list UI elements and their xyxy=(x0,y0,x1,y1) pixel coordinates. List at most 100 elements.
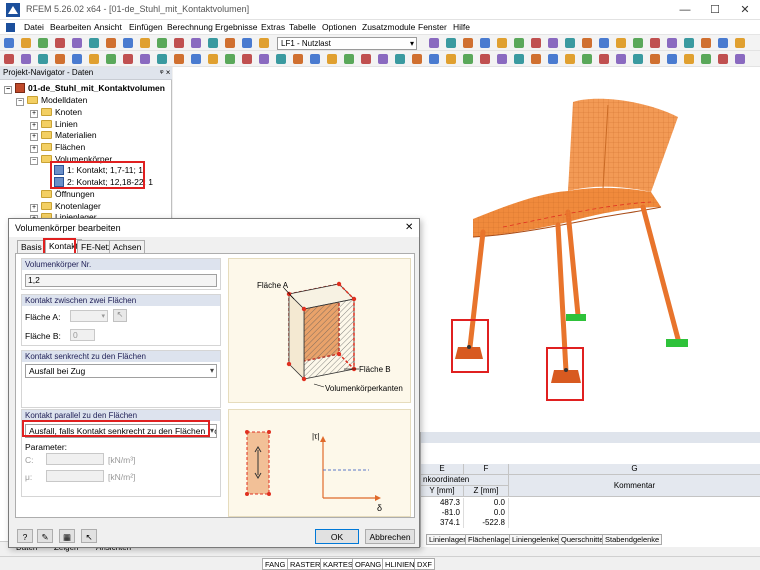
toolbar-tool-icon[interactable] xyxy=(667,54,677,64)
menu-tabelle[interactable]: Tabelle xyxy=(289,22,316,32)
status-raster[interactable]: RASTER xyxy=(287,558,324,570)
toolbar-tool-icon[interactable] xyxy=(123,38,133,48)
toolbar-tool-icon[interactable] xyxy=(38,54,48,64)
cancel-button[interactable]: Abbrechen xyxy=(365,529,415,544)
pick-surface-icon[interactable]: ↖ xyxy=(113,309,127,322)
tree-root[interactable]: − 01-de_Stuhl_mit_Kontaktvolumen xyxy=(4,83,165,94)
expand-icon[interactable]: + xyxy=(30,204,38,212)
toolbar-tool-icon[interactable] xyxy=(667,38,677,48)
toolbar-tool-icon[interactable] xyxy=(55,54,65,64)
expand-icon[interactable]: + xyxy=(30,133,38,141)
toolbar-tool-icon[interactable] xyxy=(684,54,694,64)
pin-icon[interactable]: ᵠ × xyxy=(160,68,170,77)
toolbar-tool-icon[interactable] xyxy=(174,38,184,48)
toolbar-tool-icon[interactable] xyxy=(361,54,371,64)
toolbar-tool-icon[interactable] xyxy=(259,38,269,48)
toolbar-tool-icon[interactable] xyxy=(140,54,150,64)
toolbar-tool-icon[interactable] xyxy=(701,38,711,48)
tab-achsen[interactable]: Achsen xyxy=(109,240,146,253)
toolbar-tool-icon[interactable] xyxy=(565,38,575,48)
table-cell[interactable]: 487.3 xyxy=(421,498,464,508)
tree-item-knoten[interactable]: + Knoten xyxy=(30,107,82,118)
status-ofang[interactable]: OFANG xyxy=(352,558,385,570)
toolbar-tool-icon[interactable] xyxy=(276,54,286,64)
units-icon[interactable]: ▦ xyxy=(59,529,75,543)
toolbar-tool-icon[interactable] xyxy=(378,54,388,64)
status-hlinien[interactable]: HLINIEN xyxy=(382,558,418,570)
toolbar-tool-icon[interactable] xyxy=(480,38,490,48)
perpendicular-select[interactable]: Ausfall bei Zug ▾ xyxy=(25,364,217,378)
toolbar-tool-icon[interactable] xyxy=(327,54,337,64)
toolbar-tool-icon[interactable] xyxy=(259,54,269,64)
table-cell[interactable]: 374.1 xyxy=(421,518,464,528)
toolbar-tool-icon[interactable] xyxy=(208,54,218,64)
collapse-icon[interactable]: − xyxy=(30,157,38,165)
tree-item-knotenlager[interactable]: + Knotenlager xyxy=(30,201,101,212)
toolbar-tool-icon[interactable] xyxy=(310,54,320,64)
collapse-icon[interactable]: − xyxy=(4,86,12,94)
toolbar-tool-icon[interactable] xyxy=(684,38,694,48)
toolbar-tool-icon[interactable] xyxy=(650,38,660,48)
toolbar-tool-icon[interactable] xyxy=(89,38,99,48)
toolbar-tool-icon[interactable] xyxy=(344,54,354,64)
toolbar-tool-icon[interactable] xyxy=(21,54,31,64)
toolbar-tool-icon[interactable] xyxy=(599,54,609,64)
toolbar-tool-icon[interactable] xyxy=(531,38,541,48)
toolbar-tool-icon[interactable] xyxy=(548,38,558,48)
toolbar-tool-icon[interactable] xyxy=(395,54,405,64)
tab-basis[interactable]: Basis xyxy=(17,240,46,253)
close-window-button[interactable]: ✕ xyxy=(730,0,760,20)
toolbar-tool-icon[interactable] xyxy=(463,54,473,64)
toolbar-tool-icon[interactable] xyxy=(38,38,48,48)
toolbar-tool-icon[interactable] xyxy=(157,54,167,64)
menu-ansicht[interactable]: Ansicht xyxy=(94,22,122,32)
toolbar-tool-icon[interactable] xyxy=(225,38,235,48)
table-tab-liniengelenke[interactable]: Liniengelenke xyxy=(509,534,562,545)
toolbar-tool-icon[interactable] xyxy=(446,38,456,48)
tree-modeldata[interactable]: − Modelldaten xyxy=(16,95,87,106)
toolbar-tool-icon[interactable] xyxy=(514,54,524,64)
menu-ergebnisse[interactable]: Ergebnisse xyxy=(215,22,258,32)
expand-icon[interactable]: + xyxy=(30,122,38,130)
toolbar-tool-icon[interactable] xyxy=(225,54,235,64)
maximize-button[interactable]: ☐ xyxy=(700,0,730,20)
toolbar-tool-icon[interactable] xyxy=(735,38,745,48)
toolbar-tool-icon[interactable] xyxy=(157,38,167,48)
toolbar-tool-icon[interactable] xyxy=(633,54,643,64)
toolbar-tool-icon[interactable] xyxy=(429,54,439,64)
toolbar-tool-icon[interactable] xyxy=(106,38,116,48)
status-dxf[interactable]: DXF xyxy=(414,558,435,570)
menu-einfuegen[interactable]: Einfügen xyxy=(129,22,163,32)
toolbar-tool-icon[interactable] xyxy=(72,38,82,48)
dialog-close-icon[interactable]: ✕ xyxy=(405,222,413,233)
collapse-icon[interactable]: − xyxy=(16,98,24,106)
status-kartes[interactable]: KARTES xyxy=(320,558,356,570)
toolbar-tool-icon[interactable] xyxy=(89,54,99,64)
menu-datei[interactable]: Datei xyxy=(24,22,44,32)
table-cell[interactable]: 0.0 xyxy=(464,508,509,518)
toolbar-tool-icon[interactable] xyxy=(582,38,592,48)
toolbar-tool-icon[interactable] xyxy=(106,54,116,64)
toolbar-tool-icon[interactable] xyxy=(735,54,745,64)
solid-no-field[interactable]: 1,2 xyxy=(25,274,217,287)
toolbar-tool-icon[interactable] xyxy=(531,54,541,64)
c-field[interactable] xyxy=(46,453,104,465)
toolbar-tool-icon[interactable] xyxy=(650,54,660,64)
toolbar-tool-icon[interactable] xyxy=(293,54,303,64)
toolbar-tool-icon[interactable] xyxy=(718,54,728,64)
toolbar-tool-icon[interactable] xyxy=(21,38,31,48)
toolbar-tool-icon[interactable] xyxy=(191,38,201,48)
toolbar-tool-icon[interactable] xyxy=(514,38,524,48)
table-tab-querschnitte[interactable]: Querschnitte xyxy=(558,534,607,545)
expand-icon[interactable]: + xyxy=(30,145,38,153)
table-tab-flaechenlager[interactable]: Flächenlager xyxy=(465,534,515,545)
toolbar-tool-icon[interactable] xyxy=(582,54,592,64)
surface-a-select[interactable]: ▾ xyxy=(70,310,108,322)
menu-zusatzmodule[interactable]: Zusatzmodule xyxy=(362,22,415,32)
toolbar-tool-icon[interactable] xyxy=(412,54,422,64)
toolbar-tool-icon[interactable] xyxy=(4,38,14,48)
edit-icon[interactable]: ✎ xyxy=(37,529,53,543)
surface-b-field[interactable]: 0 xyxy=(70,329,95,341)
menu-optionen[interactable]: Optionen xyxy=(322,22,357,32)
menu-bearbeiten[interactable]: Bearbeiten xyxy=(50,22,91,32)
